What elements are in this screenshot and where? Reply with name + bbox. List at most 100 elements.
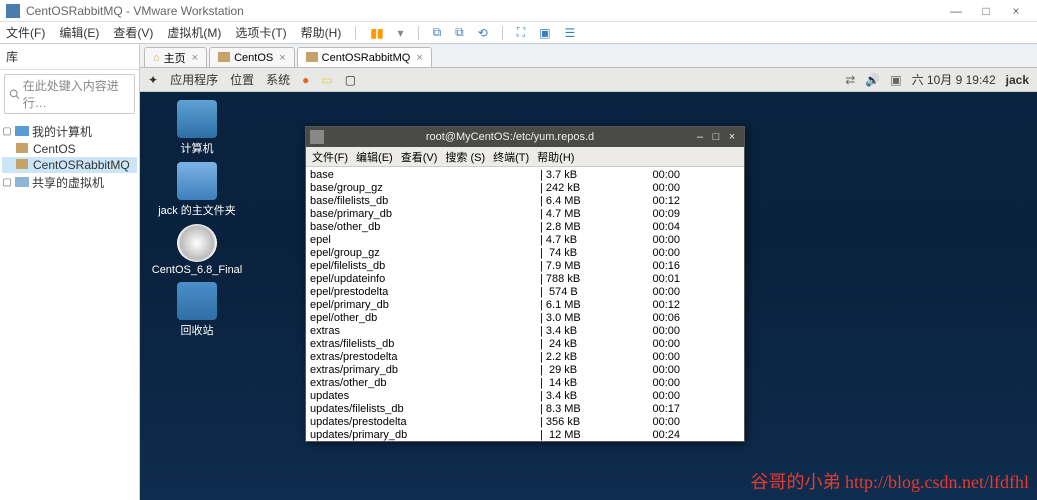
window-title: CentOSRabbitMQ - VMware Workstation <box>26 4 244 18</box>
terminal-row: epel/group_gz| 74 kB00:00 <box>310 247 740 260</box>
menu-tabs[interactable]: 选项卡(T) <box>235 24 286 41</box>
file-manager-icon[interactable]: ▭ <box>321 73 332 87</box>
terminal-row: epel/filelists_db| 7.9 MB00:16 <box>310 260 740 273</box>
display-icon[interactable]: ▣ <box>890 73 901 87</box>
terminal-icon[interactable]: ▢ <box>345 73 356 87</box>
menu-view[interactable]: 查看(V) <box>113 24 153 41</box>
menu-help[interactable]: 帮助(H) <box>301 24 342 41</box>
menu-applications[interactable]: 应用程序 <box>170 71 218 88</box>
terminal-row: base/other_db| 2.8 MB00:04 <box>310 221 740 234</box>
terminal-titlebar[interactable]: root@MyCentOS:/etc/yum.repos.d – □ × <box>306 127 744 147</box>
tree-vm-centos[interactable]: CentOS <box>2 141 137 157</box>
terminal-window[interactable]: root@MyCentOS:/etc/yum.repos.d – □ × 文件(… <box>305 126 745 442</box>
desktop-home-folder[interactable]: jack 的主文件夹 <box>152 162 242 218</box>
vm-icon <box>306 52 318 64</box>
terminal-row: extras/prestodelta| 2.2 kB00:00 <box>310 351 740 364</box>
terminal-row: base| 3.7 kB00:00 <box>310 169 740 182</box>
separator <box>355 26 356 40</box>
trash-icon <box>177 282 217 320</box>
close-icon[interactable]: × <box>192 52 198 64</box>
terminal-row: updates/prestodelta| 356 kB00:00 <box>310 416 740 429</box>
terminal-row: epel/other_db| 3.0 MB00:06 <box>310 312 740 325</box>
guest-desktop[interactable]: ✦ 应用程序 位置 系统 ● ▭ ▢ ⇄ 🔊 ▣ 六 10月 9 19:42 j… <box>140 68 1037 500</box>
tree-sharedvms[interactable]: ▢共享的虚拟机 <box>2 173 137 192</box>
vm-tree: ▢我的计算机 CentOS CentOSRabbitMQ ▢共享的虚拟机 <box>0 118 139 196</box>
terminal-row: updates/filelists_db| 8.3 MB00:17 <box>310 403 740 416</box>
search-input[interactable]: 在此处键入内容进行… <box>4 74 135 114</box>
watermark: 谷哥的小弟 http://blog.csdn.net/lfdfhl <box>751 468 1029 494</box>
desktop-trash[interactable]: 回收站 <box>152 282 242 338</box>
search-icon <box>9 88 20 100</box>
terminal-row: base/primary_db| 4.7 MB00:09 <box>310 208 740 221</box>
terminal-maximize-button[interactable]: □ <box>708 131 724 143</box>
view-icon[interactable]: ☰ <box>565 26 576 40</box>
terminal-row: extras/filelists_db| 24 kB00:00 <box>310 338 740 351</box>
sidebar-header: 库 <box>0 44 139 70</box>
clock[interactable]: 六 10月 9 19:42 <box>912 71 996 88</box>
library-sidebar: 库 在此处键入内容进行… ▢我的计算机 CentOS CentOSRabbitM… <box>0 44 140 500</box>
close-icon[interactable]: × <box>416 52 422 64</box>
firefox-icon[interactable]: ● <box>302 73 309 87</box>
computer-icon <box>177 100 217 138</box>
menu-vm[interactable]: 虚拟机(M) <box>167 24 221 41</box>
term-menu-terminal[interactable]: 终端(T) <box>493 149 529 165</box>
terminal-row: epel/updateinfo| 788 kB00:01 <box>310 273 740 286</box>
window-minimize-button[interactable]: — <box>941 4 971 18</box>
desktop-computer[interactable]: 计算机 <box>152 100 242 156</box>
main-area: ⌂主页× CentOS× CentOSRabbitMQ× ✦ 应用程序 位置 系… <box>140 44 1037 500</box>
unity-icon[interactable]: ▣ <box>539 26 550 40</box>
separator <box>502 26 503 40</box>
term-menu-help[interactable]: 帮助(H) <box>537 149 574 165</box>
folder-icon <box>177 162 217 200</box>
menu-file[interactable]: 文件(F) <box>6 24 45 41</box>
terminal-row: extras/other_db| 14 kB00:00 <box>310 377 740 390</box>
desktop-dvd[interactable]: CentOS_6.8_Final <box>152 224 242 276</box>
window-maximize-button[interactable]: □ <box>971 4 1001 18</box>
vm-icon <box>16 143 30 155</box>
vmware-icon <box>6 4 20 18</box>
term-menu-view[interactable]: 查看(V) <box>401 149 438 165</box>
menu-system[interactable]: 系统 <box>266 71 290 88</box>
menu-places[interactable]: 位置 <box>230 71 254 88</box>
terminal-close-button[interactable]: × <box>724 131 740 143</box>
snapshot-icon[interactable]: ⧉ <box>433 25 442 40</box>
term-menu-file[interactable]: 文件(F) <box>312 149 348 165</box>
fullscreen-icon[interactable]: ⛶ <box>517 25 525 40</box>
term-menu-search[interactable]: 搜索 (S) <box>445 149 485 165</box>
toolbar-dropdown-icon[interactable]: ▾ <box>398 26 404 40</box>
tab-home[interactable]: ⌂主页× <box>144 47 207 67</box>
term-menu-edit[interactable]: 编辑(E) <box>356 149 393 165</box>
shared-icon <box>15 177 29 189</box>
pause-icon[interactable]: ▮▮ <box>370 26 383 40</box>
snapshot-revert-icon[interactable]: ⟲ <box>478 26 488 40</box>
separator <box>418 26 419 40</box>
tab-centosrabbitmq[interactable]: CentOSRabbitMQ× <box>297 47 432 67</box>
tree-root-mycomputer[interactable]: ▢我的计算机 <box>2 122 137 141</box>
user-menu[interactable]: jack <box>1006 73 1029 87</box>
terminal-row: extras| 3.4 kB00:00 <box>310 325 740 338</box>
tree-vm-centosrabbitmq[interactable]: CentOSRabbitMQ <box>2 157 137 173</box>
menu-edit[interactable]: 编辑(E) <box>59 24 99 41</box>
terminal-menubar: 文件(F) 编辑(E) 查看(V) 搜索 (S) 终端(T) 帮助(H) <box>306 147 744 167</box>
home-icon: ⌂ <box>153 52 160 64</box>
close-icon[interactable]: × <box>279 52 285 64</box>
tab-strip: ⌂主页× CentOS× CentOSRabbitMQ× <box>140 44 1037 68</box>
snapshot-manager-icon[interactable]: ⧉ <box>455 25 464 40</box>
dvd-icon <box>177 224 217 262</box>
terminal-output[interactable]: base| 3.7 kB00:00base/group_gz| 242 kB00… <box>306 167 744 441</box>
search-placeholder: 在此处键入内容进行… <box>23 77 130 111</box>
network-icon[interactable]: ⇄ <box>845 73 855 87</box>
vm-icon <box>16 159 30 171</box>
terminal-minimize-button[interactable]: – <box>692 131 708 143</box>
window-titlebar: CentOSRabbitMQ - VMware Workstation — □ … <box>0 0 1037 22</box>
vm-icon <box>218 52 230 64</box>
sound-icon[interactable]: 🔊 <box>865 73 880 87</box>
desktop-icons: 计算机 jack 的主文件夹 CentOS_6.8_Final 回收站 <box>152 100 242 338</box>
tab-centos[interactable]: CentOS× <box>209 47 295 67</box>
terminal-row: base/filelists_db| 6.4 MB00:12 <box>310 195 740 208</box>
gnome-top-panel: ✦ 应用程序 位置 系统 ● ▭ ▢ ⇄ 🔊 ▣ 六 10月 9 19:42 j… <box>140 68 1037 92</box>
terminal-row: epel/primary_db| 6.1 MB00:12 <box>310 299 740 312</box>
terminal-title: root@MyCentOS:/etc/yum.repos.d <box>328 131 692 143</box>
window-close-button[interactable]: × <box>1001 4 1031 18</box>
terminal-row: base/group_gz| 242 kB00:00 <box>310 182 740 195</box>
